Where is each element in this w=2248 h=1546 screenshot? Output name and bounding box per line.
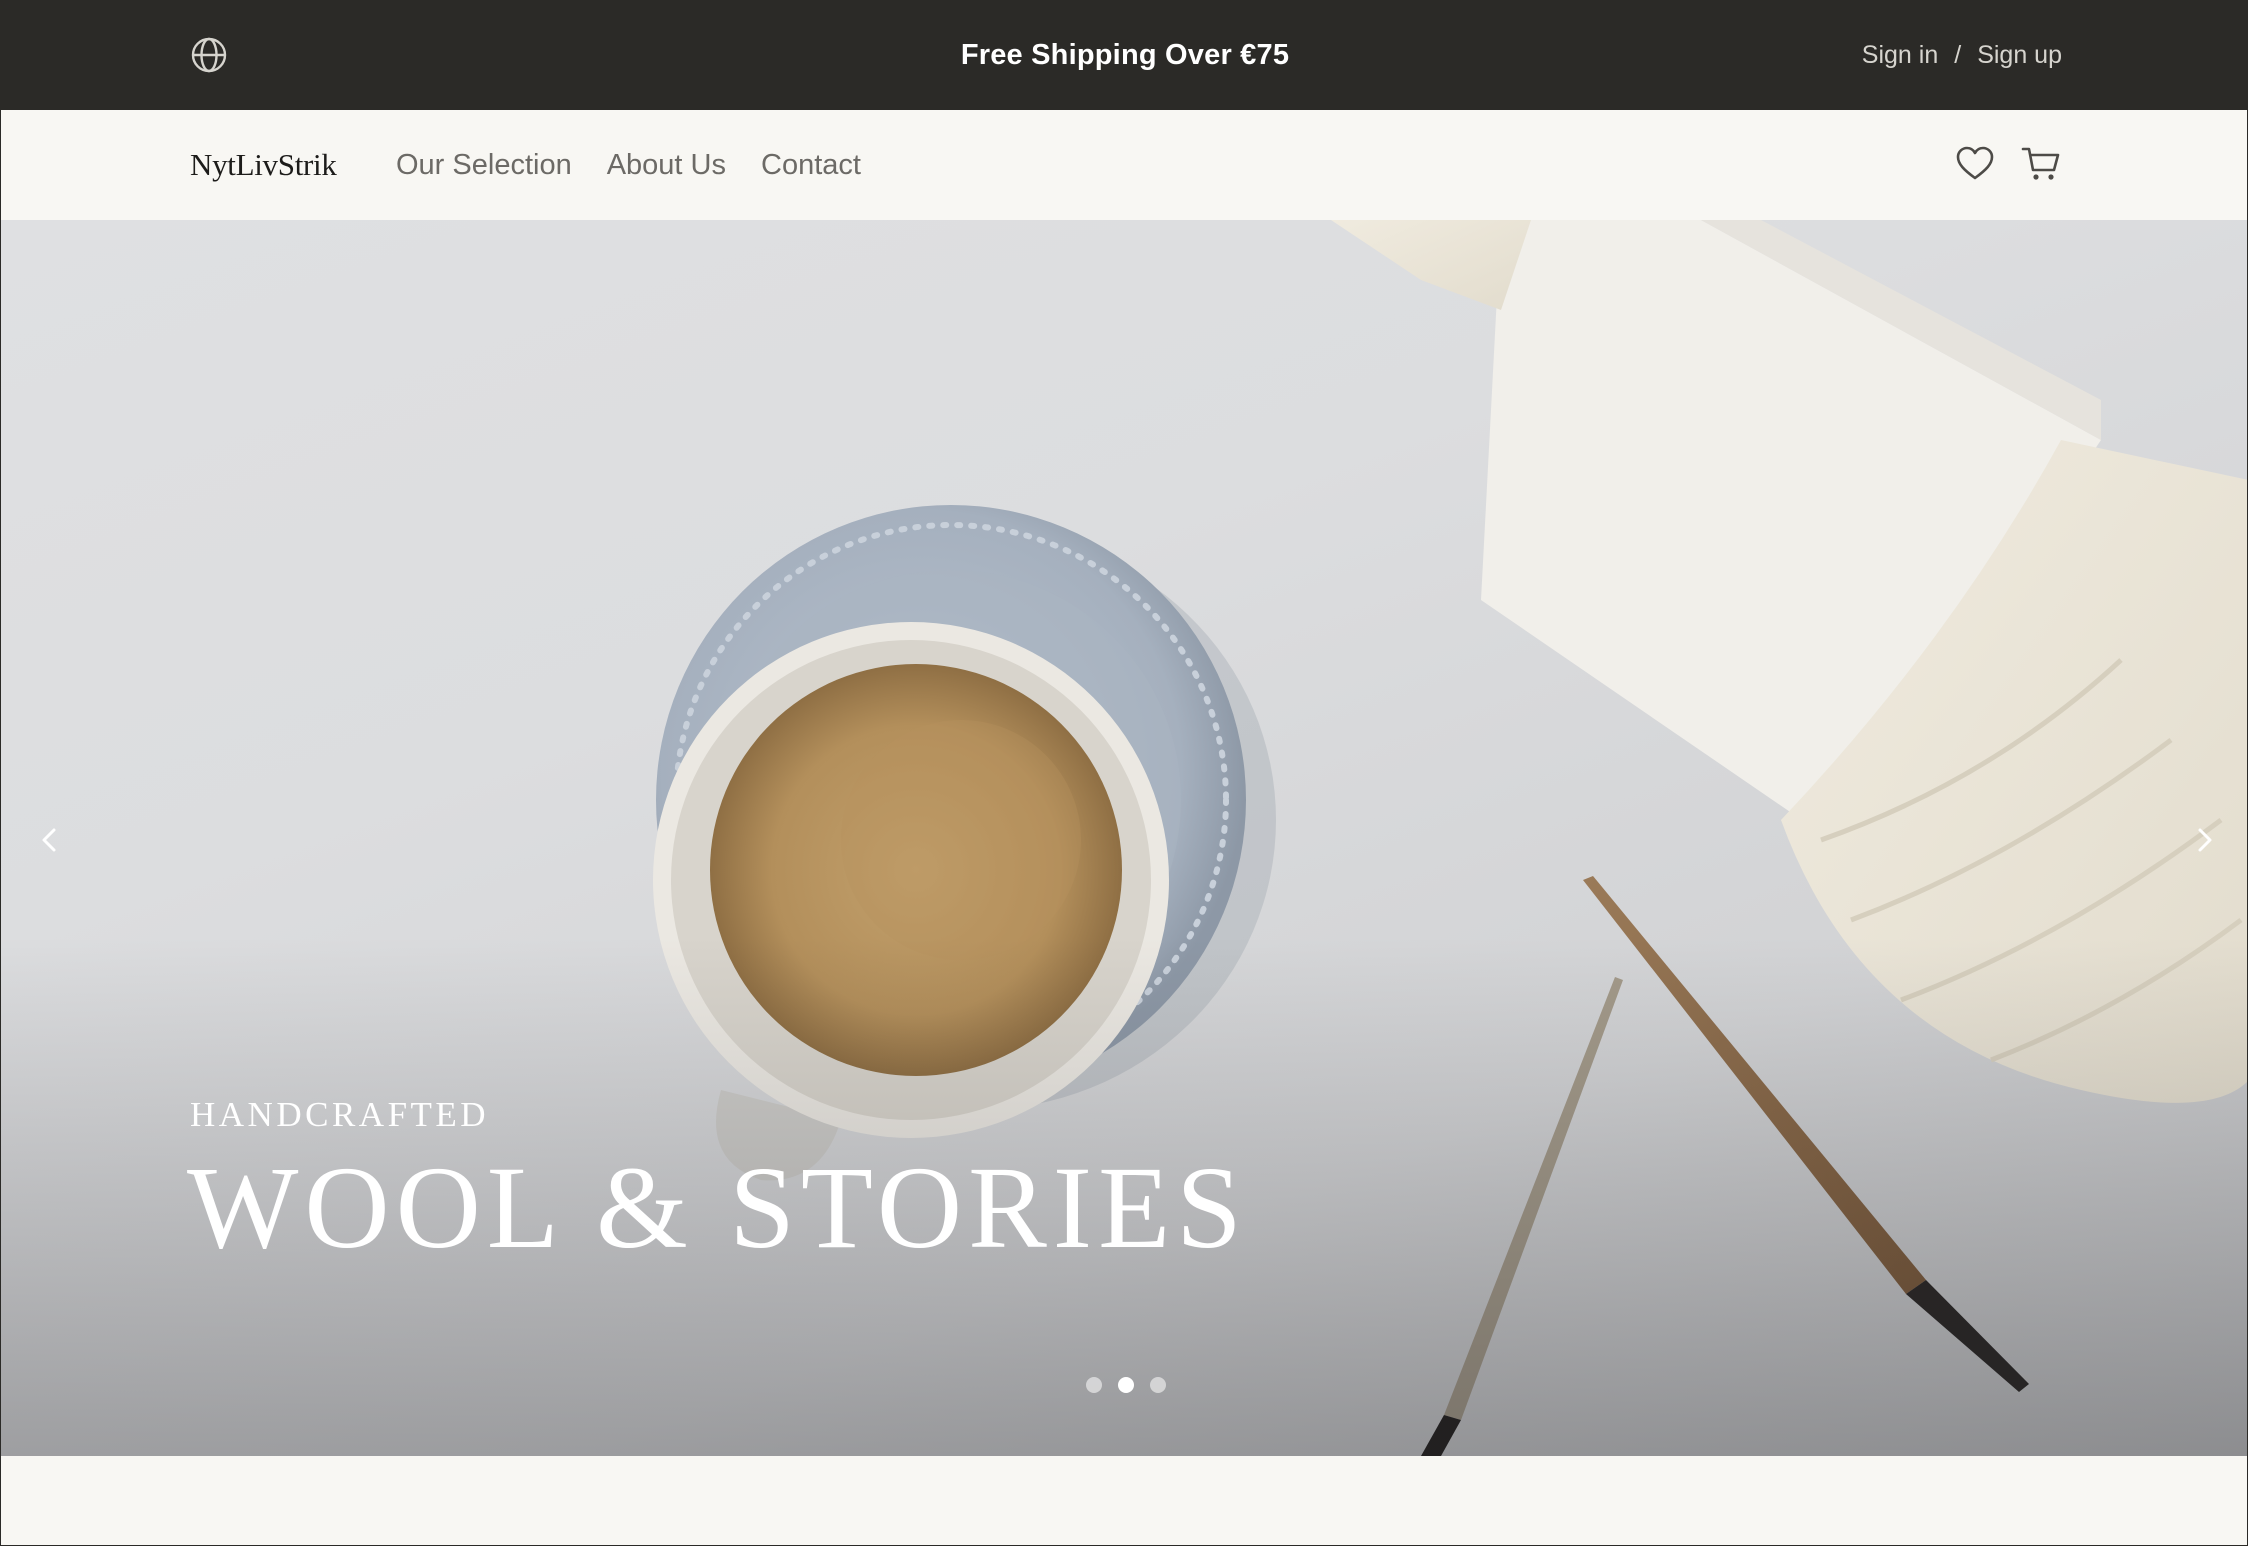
cart-icon[interactable] xyxy=(2021,144,2061,184)
heart-icon[interactable] xyxy=(1955,144,1995,184)
nav-contact[interactable]: Contact xyxy=(761,147,861,183)
nav-our-selection[interactable]: Our Selection xyxy=(396,147,572,183)
auth-separator: / xyxy=(1954,41,1962,69)
hero-headline: WOOL & STORIES xyxy=(187,1142,1248,1273)
sign-up-link[interactable]: Sign up xyxy=(1977,37,2062,73)
carousel-dot[interactable] xyxy=(1118,1377,1134,1393)
auth-links: Sign in / Sign up xyxy=(1862,37,2062,73)
announcement-bar: Free Shipping Over €75 Sign in / Sign up xyxy=(1,1,2247,110)
chevron-right-icon xyxy=(2198,828,2212,852)
carousel-next-button[interactable] xyxy=(2184,820,2224,860)
logo[interactable]: NytLivStrik xyxy=(190,147,337,183)
hero-eyebrow: HANDCRAFTED xyxy=(190,1095,490,1134)
nav-about-us[interactable]: About Us xyxy=(607,147,726,183)
carousel-dot[interactable] xyxy=(1150,1377,1166,1393)
carousel-prev-button[interactable] xyxy=(30,820,70,860)
carousel-dot[interactable] xyxy=(1086,1377,1102,1393)
hero-carousel: HANDCRAFTED WOOL & STORIES xyxy=(1,220,2247,1456)
chevron-left-icon xyxy=(42,828,56,852)
main-nav: Our Selection About Us Contact xyxy=(396,147,861,183)
page: Free Shipping Over €75 Sign in / Sign up… xyxy=(0,0,2248,1546)
carousel-dots xyxy=(1086,1377,1166,1393)
sign-in-link[interactable]: Sign in xyxy=(1862,37,1938,73)
site-header: NytLivStrik Our Selection About Us Conta… xyxy=(1,110,2247,220)
